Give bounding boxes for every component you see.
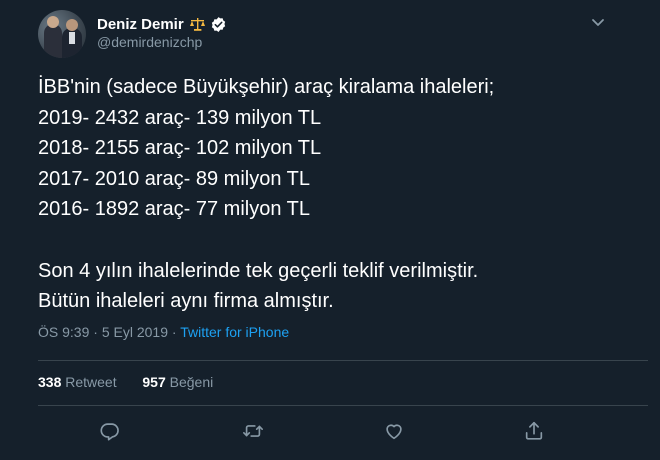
chevron-down-icon[interactable] xyxy=(588,12,608,32)
avatar-figure-left xyxy=(44,24,62,58)
meta-separator: · xyxy=(171,324,177,340)
retweet-stat[interactable]: 338 Retweet xyxy=(38,374,121,390)
tweet-date[interactable]: 5 Eyl 2019 xyxy=(102,324,168,340)
tweet-card: Deniz Demir @demirdenizchp İBB'nin (sade… xyxy=(0,0,660,460)
action-bar xyxy=(0,420,660,444)
tweet-text-line: 2018- 2155 araç- 102 milyon TL xyxy=(38,137,322,159)
share-button[interactable] xyxy=(523,420,545,442)
retweet-label: Retweet xyxy=(65,374,117,390)
tweet-text-line: 2019- 2432 araç- 139 milyon TL xyxy=(38,106,322,129)
like-stat[interactable]: 957 Beğeni xyxy=(142,374,213,390)
retweet-count: 338 xyxy=(38,374,62,390)
tweet-time[interactable]: ÖS 9:39 xyxy=(38,324,89,340)
tweet-metadata: ÖS 9:39 · 5 Eyl 2019 · Twitter for iPhon… xyxy=(38,324,289,340)
avatar-shirt xyxy=(69,32,75,44)
share-icon xyxy=(525,421,543,440)
like-label: Beğeni xyxy=(169,374,214,390)
user-handle[interactable]: @demirdenizchp xyxy=(97,34,202,50)
retweet-icon xyxy=(243,425,263,437)
avatar-head-left xyxy=(47,16,59,28)
tweet-text: İBB'nin (sadece Büyükşehir) araç kiralam… xyxy=(38,72,638,317)
like-count: 957 xyxy=(142,374,166,390)
tweet-text-line: Bütün ihaleleri aynı firma almıştır. xyxy=(38,290,334,312)
author-name-row[interactable]: Deniz Demir xyxy=(97,14,227,34)
like-button[interactable] xyxy=(383,420,405,442)
divider xyxy=(38,405,648,406)
heart-icon xyxy=(386,424,402,440)
tweet-source-link[interactable]: Twitter for iPhone xyxy=(180,324,289,340)
tweet-text-line: 2017- 2010 araç- 89 milyon TL xyxy=(38,167,311,190)
reply-icon xyxy=(100,423,119,441)
display-name[interactable]: Deniz Demir xyxy=(97,16,184,33)
reply-button[interactable] xyxy=(99,420,121,442)
meta-separator: · xyxy=(93,324,98,340)
tweet-text-line: İBB'nin (sadece Büyükşehir) araç kiralam… xyxy=(38,76,495,98)
engagement-stats: 338 Retweet 957 Beğeni xyxy=(38,374,213,390)
tweet-text-line: Son 4 yılın ihalelerinde tek geçerli tek… xyxy=(38,259,479,282)
verified-badge-icon xyxy=(210,16,227,33)
avatar[interactable] xyxy=(38,10,86,58)
tweet-text-line: 2016- 1892 araç- 77 milyon TL xyxy=(38,198,311,220)
avatar-head-right xyxy=(66,19,78,31)
divider xyxy=(38,360,648,361)
scale-icon xyxy=(189,17,206,32)
retweet-button[interactable] xyxy=(242,420,264,442)
